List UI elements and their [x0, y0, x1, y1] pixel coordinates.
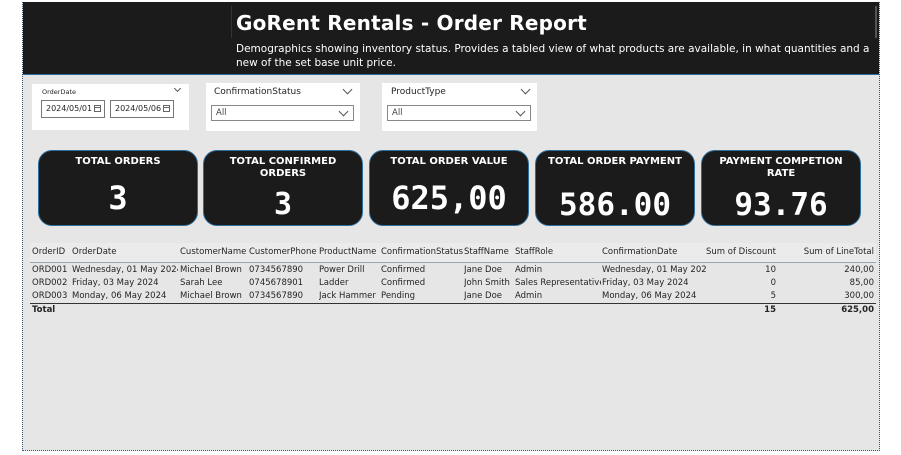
cell-confirmation-status: Pending: [381, 291, 415, 301]
column-header[interactable]: CustomerName: [180, 243, 246, 261]
cell-line-total: 240,00: [844, 265, 874, 275]
kpi-payment-completion-rate: PAYMENT COMPETION RATE 93.76: [701, 150, 861, 226]
confirmation-status-label: ConfirmationStatus: [214, 87, 301, 97]
end-date-input[interactable]: 2024/05/06: [110, 100, 174, 118]
report-canvas: GoRent Rentals - Order Report Demographi…: [22, 2, 880, 451]
confirmation-status-dropdown[interactable]: All: [211, 105, 354, 121]
cell-order-id: ORD001: [32, 265, 68, 275]
column-header[interactable]: ConfirmationStatus: [381, 243, 463, 261]
kpi-label: TOTAL ORDER PAYMENT: [548, 156, 682, 167]
kpi-label: PAYMENT COMPETION RATE: [719, 156, 843, 179]
table-header-row: OrderID OrderDate CustomerName CustomerP…: [30, 243, 876, 263]
cell-customer-phone: 0745678901: [249, 278, 304, 288]
cell-product-name: Jack Hammer: [319, 291, 376, 301]
cell-order-date: Monday, 06 May 2024: [72, 291, 167, 301]
cell-staff-role: Sales Representative: [515, 278, 601, 288]
product-type-dropdown[interactable]: All: [387, 105, 531, 121]
kpi-total-orders: TOTAL ORDERS 3: [38, 150, 198, 226]
cell-customer-phone: 0734567890: [249, 291, 304, 301]
chevron-down-icon[interactable]: [520, 84, 531, 95]
column-header[interactable]: Sum of Discount: [706, 243, 776, 261]
column-header[interactable]: StaffName: [464, 243, 514, 261]
cell-confirmation-date: Friday, 03 May 2024: [602, 278, 689, 288]
cell-customer-name: Sarah Lee: [180, 278, 223, 288]
start-date-input[interactable]: 2024/05/01: [41, 100, 105, 118]
total-label: Total: [32, 305, 56, 315]
product-type-label: ProductType: [391, 87, 446, 97]
table-row: ORD003 Monday, 06 May 2024 Michael Brown…: [30, 290, 876, 303]
column-header[interactable]: OrderID: [32, 243, 72, 261]
calendar-icon[interactable]: [94, 105, 101, 112]
cell-confirmation-date: Wednesday, 01 May 2024: [602, 265, 706, 275]
cell-order-date: Wednesday, 01 May 2024: [72, 265, 178, 275]
kpi-label: TOTAL ORDER VALUE: [390, 156, 508, 167]
table-row: ORD001 Wednesday, 01 May 2024 Michael Br…: [30, 264, 876, 277]
page-title: GoRent Rentals - Order Report: [236, 11, 587, 35]
report-header: GoRent Rentals - Order Report Demographi…: [23, 2, 879, 74]
cell-staff-role: Admin: [515, 265, 543, 275]
confirmation-status-value: All: [216, 108, 227, 118]
order-date-label: OrderDate: [42, 88, 77, 96]
column-header[interactable]: ProductName: [319, 243, 381, 261]
cell-discount: 10: [765, 265, 776, 275]
cell-confirmation-status: Confirmed: [381, 265, 426, 275]
table-row: ORD002 Friday, 03 May 2024 Sarah Lee 074…: [30, 277, 876, 290]
cell-staff-name: Jane Doe: [464, 265, 503, 275]
cell-staff-name: John Smith: [464, 278, 510, 288]
chevron-down-icon: [338, 106, 349, 117]
table-total-row: Total 15 625,00: [30, 303, 876, 316]
cell-order-date: Friday, 03 May 2024: [72, 278, 159, 288]
chevron-down-icon[interactable]: [342, 84, 353, 95]
start-date-value: 2024/05/01: [46, 104, 93, 113]
column-header[interactable]: OrderDate: [72, 243, 172, 261]
product-type-slicer: ProductType All: [382, 83, 537, 131]
product-type-value: All: [392, 108, 403, 118]
kpi-label: TOTAL ORDERS: [75, 156, 161, 167]
kpi-total-order-value: TOTAL ORDER VALUE 625,00: [369, 150, 529, 226]
column-header[interactable]: CustomerPhone: [249, 243, 317, 261]
cell-product-name: Power Drill: [319, 265, 365, 275]
kpi-value: 3: [108, 179, 128, 217]
cell-line-total: 300,00: [844, 291, 874, 301]
kpi-value: 586.00: [559, 187, 671, 223]
cell-order-id: ORD003: [32, 291, 68, 301]
kpi-value: 93.76: [734, 187, 828, 223]
chevron-down-icon[interactable]: [173, 84, 182, 93]
total-discount: 15: [764, 305, 776, 315]
end-date-value: 2024/05/06: [115, 104, 162, 113]
cell-product-name: Ladder: [319, 278, 349, 288]
confirmation-status-slicer: ConfirmationStatus All: [206, 83, 360, 131]
cell-confirmation-status: Confirmed: [381, 278, 426, 288]
total-line-total: 625,00: [841, 305, 874, 315]
header-divider: [23, 74, 879, 75]
kpi-value: 625,00: [391, 179, 507, 217]
cell-confirmation-date: Monday, 06 May 2024: [602, 291, 697, 301]
cell-discount: 0: [770, 278, 776, 288]
kpi-value: 3: [273, 187, 293, 222]
kpi-total-order-payment: TOTAL ORDER PAYMENT 586.00: [535, 150, 695, 226]
kpi-label: TOTAL CONFIRMED ORDERS: [229, 156, 337, 179]
cell-discount: 5: [770, 291, 776, 301]
cell-customer-name: Michael Brown: [180, 265, 242, 275]
column-header[interactable]: StaffRole: [515, 243, 601, 261]
kpi-total-confirmed-orders: TOTAL CONFIRMED ORDERS 3: [203, 150, 363, 226]
cell-line-total: 85,00: [849, 278, 874, 288]
column-header[interactable]: Sum of LineTotal: [778, 243, 874, 261]
chevron-down-icon: [515, 106, 526, 117]
cell-customer-name: Michael Brown: [180, 291, 242, 301]
cell-staff-name: Jane Doe: [464, 291, 503, 301]
cell-customer-phone: 0734567890: [249, 265, 304, 275]
cell-order-id: ORD002: [32, 278, 68, 288]
calendar-icon[interactable]: [163, 105, 170, 112]
column-header[interactable]: ConfirmationDate: [602, 243, 706, 261]
page-description: Demographics showing inventory status. P…: [236, 43, 870, 69]
cell-staff-role: Admin: [515, 291, 543, 301]
